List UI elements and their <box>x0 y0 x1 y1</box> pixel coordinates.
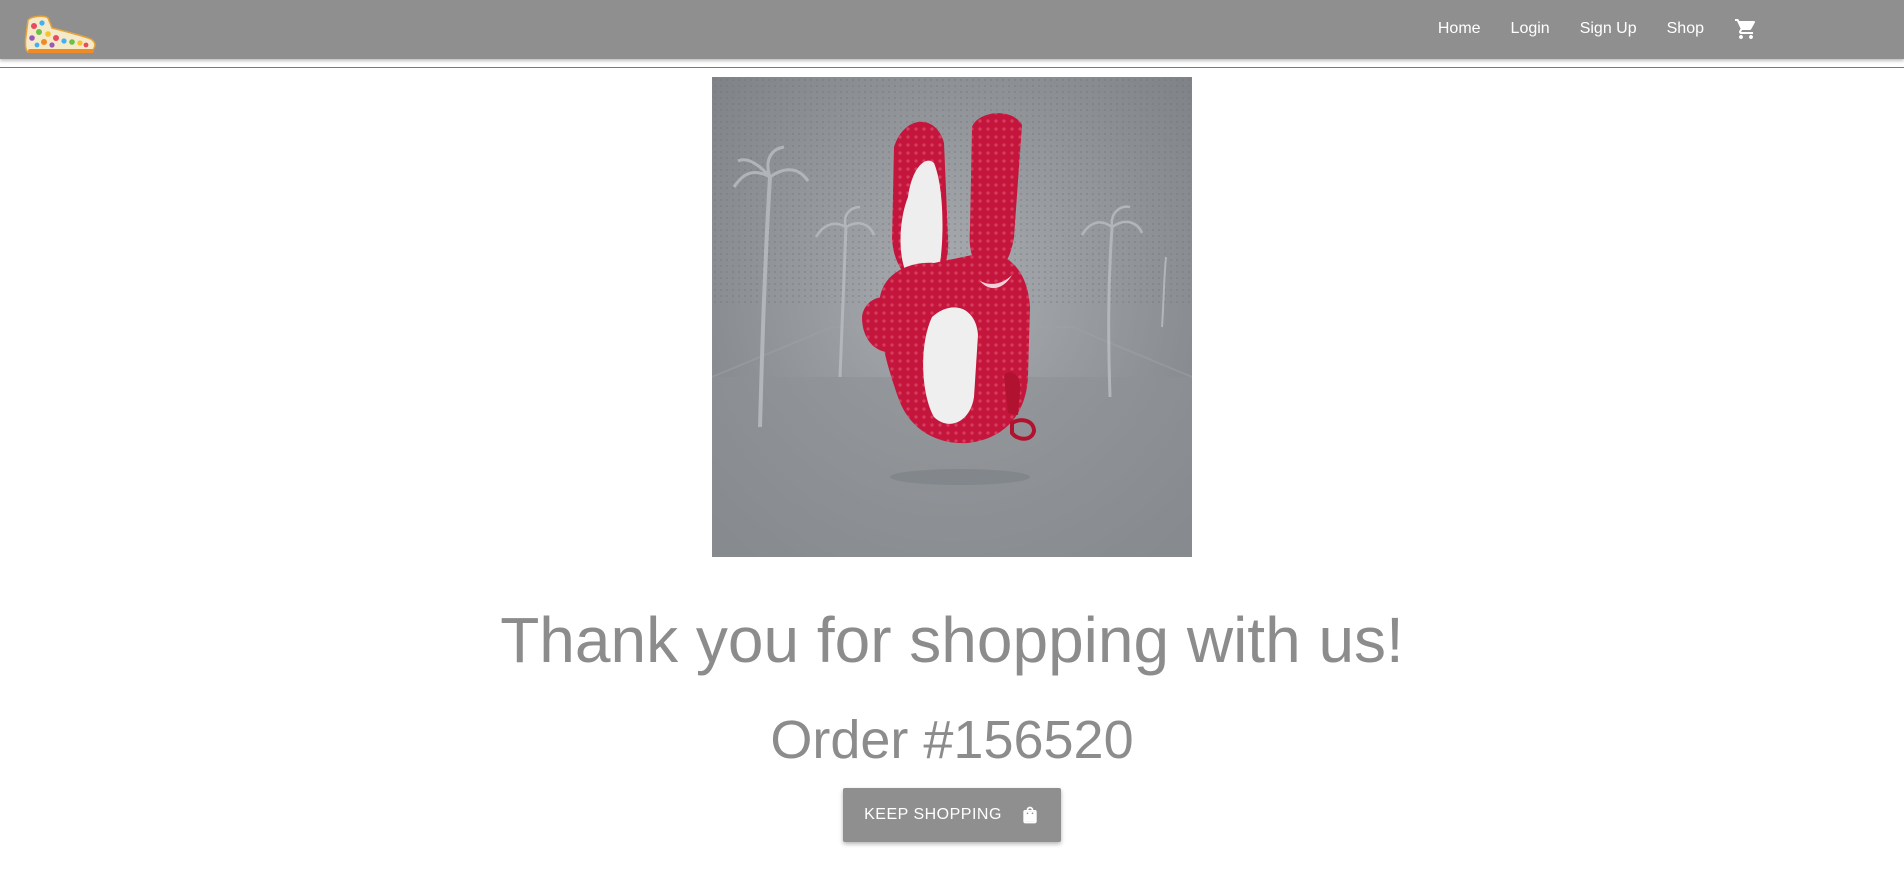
nav-signup[interactable]: Sign Up <box>1580 20 1637 38</box>
sneaker-logo-icon[interactable] <box>22 12 98 56</box>
order-number: Order #156520 <box>770 710 1134 770</box>
header-divider <box>0 67 1904 68</box>
shopping-cart-icon[interactable] <box>1734 17 1758 41</box>
keep-shopping-button[interactable]: KEEP SHOPPING <box>843 788 1061 842</box>
shopping-bag-icon <box>1020 805 1040 825</box>
thank-you-heading: Thank you for shopping with us! <box>500 604 1404 676</box>
nav-home[interactable]: Home <box>1438 20 1481 38</box>
nav-links: Home Login Sign Up Shop <box>1438 0 1758 57</box>
navbar: Home Login Sign Up Shop <box>0 0 1904 59</box>
nav-shop[interactable]: Shop <box>1667 20 1704 38</box>
red-sneaker-peace-sign-image <box>712 77 1192 557</box>
keep-shopping-label: KEEP SHOPPING <box>864 806 1002 823</box>
nav-login[interactable]: Login <box>1511 20 1550 38</box>
